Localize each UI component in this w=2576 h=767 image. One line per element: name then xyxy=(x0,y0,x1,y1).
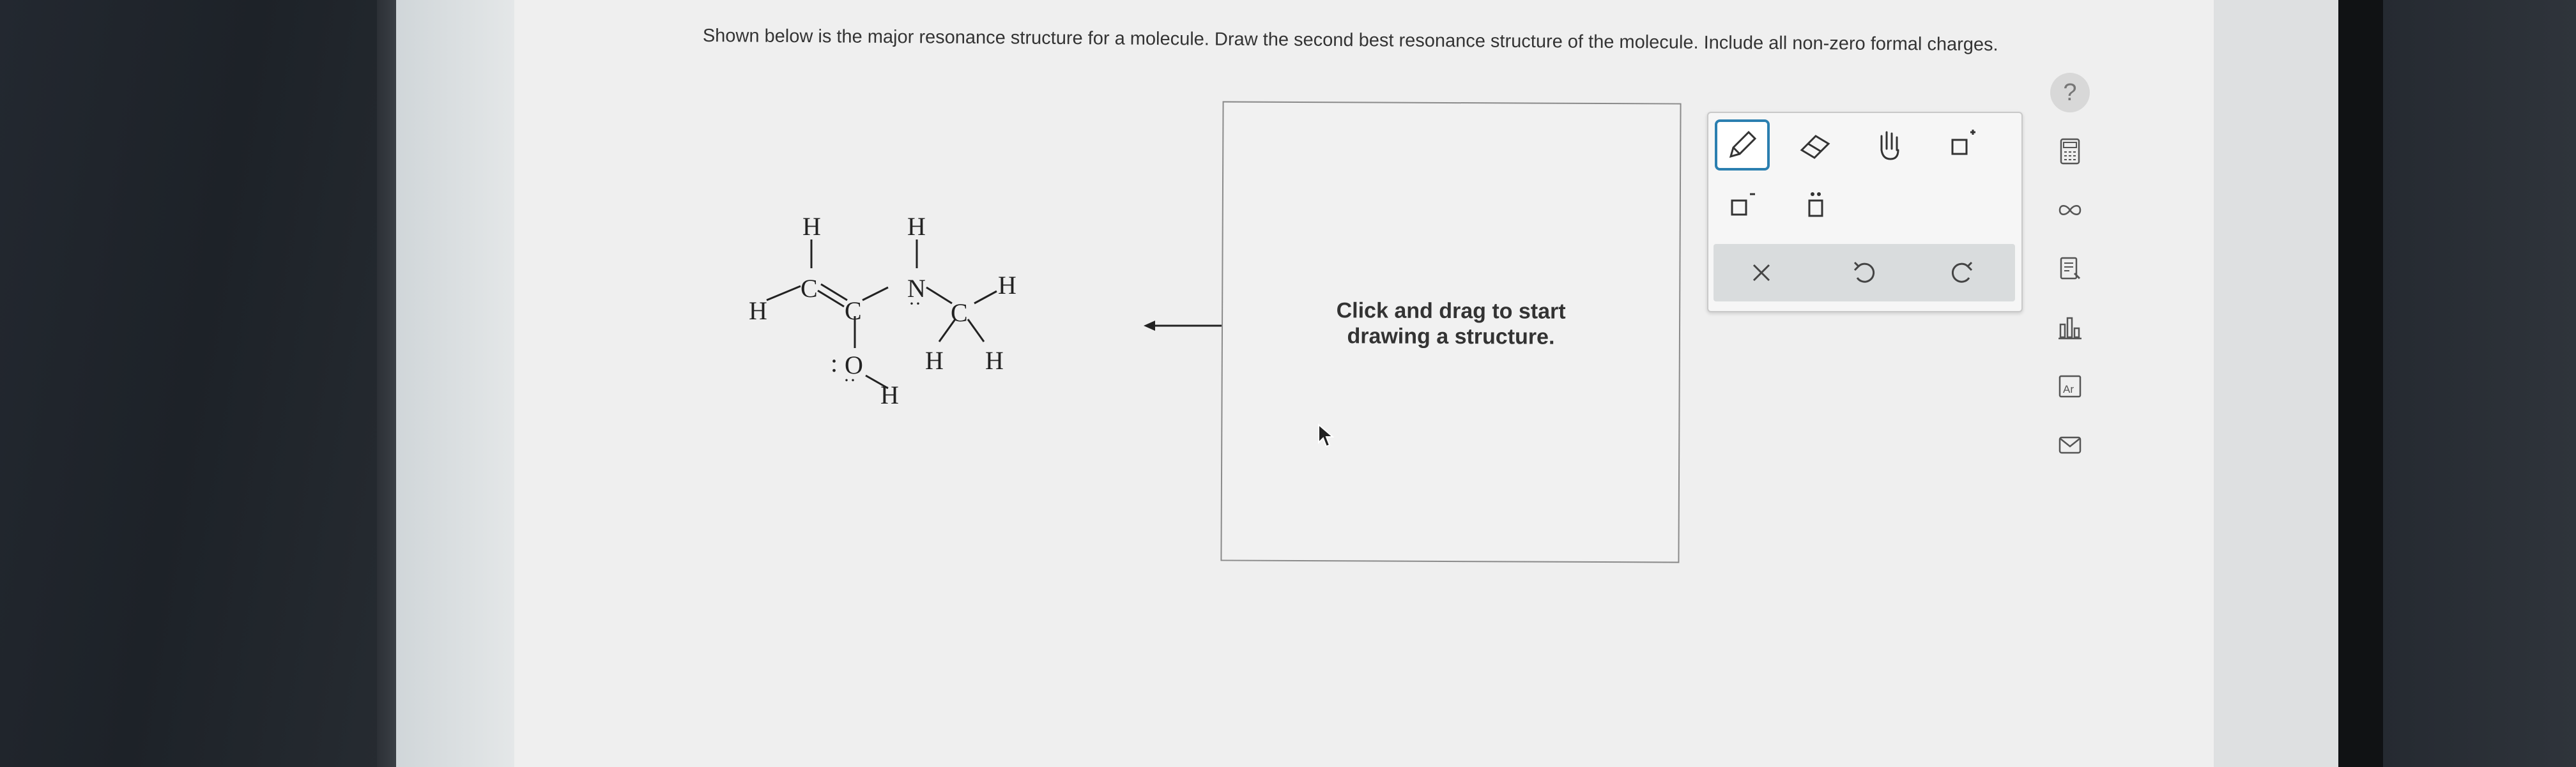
hand-icon xyxy=(1880,131,1899,160)
atom-c2: C xyxy=(845,296,862,325)
assignment-panel: Shown below is the major resonance struc… xyxy=(514,0,2214,767)
bond-c3-h-b xyxy=(967,319,985,342)
eraser-icon xyxy=(1800,135,1830,159)
negative-charge-icon xyxy=(1731,193,1755,216)
atom-h-left: H xyxy=(749,296,767,325)
help-button[interactable]: ? xyxy=(2048,70,2092,115)
pencil-tool[interactable] xyxy=(1715,119,1770,171)
monitor-bezel-right xyxy=(2338,0,2383,767)
periodic-table-icon: Ar xyxy=(2058,375,2082,398)
notes-button[interactable] xyxy=(2048,247,2092,291)
negative-charge-tool[interactable] xyxy=(1715,180,1770,231)
redo-button[interactable] xyxy=(1935,247,1990,298)
lone-pair-tool[interactable] xyxy=(1788,180,1843,231)
lone-pair-n-below: ·· xyxy=(908,293,921,314)
tools-sidebar: ? Ar xyxy=(2048,70,2099,479)
eraser-tool[interactable] xyxy=(1788,119,1843,171)
notes-icon xyxy=(2060,257,2081,280)
atom-h-oh: H xyxy=(880,381,899,409)
atom-c3: C xyxy=(951,298,968,327)
question-text: Shown below is the major resonance struc… xyxy=(702,26,1998,56)
lone-pair-icon xyxy=(1808,192,1823,217)
infinity-button[interactable] xyxy=(2048,188,2092,232)
monitor-bezel-left xyxy=(377,0,396,767)
mail-button[interactable] xyxy=(2048,423,2092,467)
undo-icon xyxy=(1853,261,1875,283)
clear-icon xyxy=(1752,264,1770,282)
drawing-hint: Click and drag to start drawing a struct… xyxy=(1336,298,1566,349)
positive-charge-icon xyxy=(1951,130,1975,155)
redo-icon xyxy=(1951,261,1973,283)
lone-pair-o-below: ·· xyxy=(843,370,856,391)
atom-h-top-n: H xyxy=(907,212,926,241)
atom-c1: C xyxy=(801,274,818,303)
help-icon: ? xyxy=(2050,73,2090,112)
calculator-button[interactable] xyxy=(2048,129,2092,174)
given-resonance-structure: H C H C O : ·· H H N ·· C H H H xyxy=(749,212,1016,409)
chart-button[interactable] xyxy=(2048,305,2092,350)
lone-pair-o-left: : xyxy=(831,349,838,377)
mail-icon xyxy=(2058,436,2082,454)
screen: Shown below is the major resonance struc… xyxy=(396,0,2338,767)
bond-n-c3 xyxy=(926,286,953,305)
page-right-margin xyxy=(2214,0,2338,767)
hand-tool[interactable] xyxy=(1862,119,1917,171)
bond-c1-c2-b xyxy=(817,289,845,308)
bond-c2-n xyxy=(862,286,889,301)
drawing-canvas[interactable]: Click and drag to start drawing a struct… xyxy=(1220,101,1682,563)
page-left-margin xyxy=(396,0,514,767)
bar-chart-icon xyxy=(2058,317,2082,340)
background-right xyxy=(2383,0,2576,767)
positive-charge-tool[interactable] xyxy=(1935,119,1990,171)
bond-c1-h-left xyxy=(766,285,801,301)
bond-c3-h-right xyxy=(974,290,997,305)
background-left xyxy=(0,0,383,767)
pencil-icon xyxy=(1729,130,1757,158)
clear-button[interactable] xyxy=(1734,247,1789,298)
drawing-toolbar xyxy=(1707,112,2023,312)
atom-h-c3-b: H xyxy=(985,346,1004,375)
bond-c1-c2-a xyxy=(820,283,848,301)
calculator-icon xyxy=(2060,138,2080,165)
periodic-table-label: Ar xyxy=(2063,383,2074,395)
periodic-table-button[interactable]: Ar xyxy=(2048,364,2092,409)
atom-h-right: H xyxy=(998,271,1016,300)
mouse-cursor-icon xyxy=(1318,423,1334,448)
atom-h-c3-a: H xyxy=(925,346,944,375)
atom-h-top-c1: H xyxy=(802,212,821,241)
undo-button[interactable] xyxy=(1836,247,1891,298)
infinity-icon xyxy=(2058,205,2082,215)
